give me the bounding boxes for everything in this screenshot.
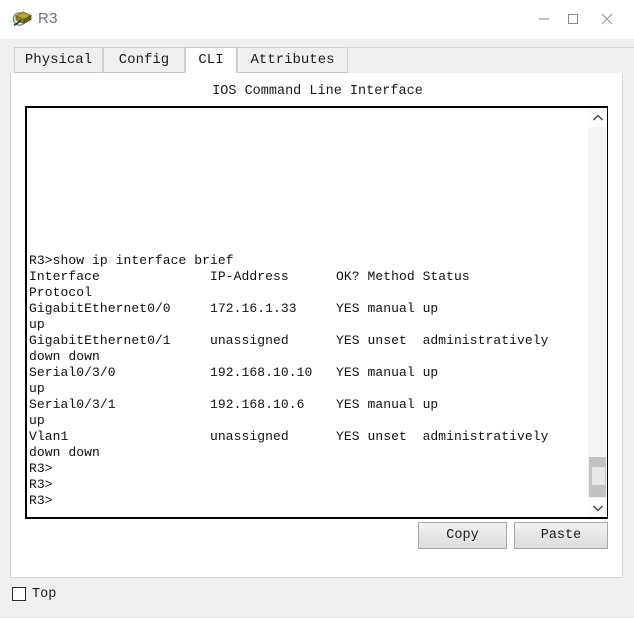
chevron-down-icon[interactable] [588,498,607,517]
title-bar: R3 [0,0,634,40]
tab-cli[interactable]: CLI [185,47,237,73]
tab-strip: Physical Config CLI Attributes [0,39,634,74]
window-title: R3 [38,10,58,27]
device-config-window: R3 Physical Config CLI Attributes IOS Co… [0,0,634,618]
tab-attributes[interactable]: Attributes [237,47,348,73]
terminal-output-text: R3>show ip interface brief Interface IP-… [29,253,549,508]
cli-panel: IOS Command Line Interface R3>show ip in… [10,73,623,578]
tab-physical[interactable]: Physical [14,47,103,73]
top-checkbox-label: Top [32,587,57,602]
top-checkbox[interactable] [12,587,26,601]
terminal-output-area[interactable]: R3>show ip interface brief Interface IP-… [27,108,586,517]
chevron-up-icon[interactable] [588,108,607,127]
tab-config[interactable]: Config [103,47,185,73]
scrollbar-track[interactable] [588,127,607,498]
terminal-frame: R3>show ip interface brief Interface IP-… [25,106,608,519]
copy-button[interactable]: Copy [418,522,507,549]
tab-strip-filler [348,47,634,74]
paste-button[interactable]: Paste [514,522,608,549]
scrollbar-thumb[interactable] [589,457,606,497]
router-device-icon [10,7,34,31]
close-icon[interactable] [579,0,634,38]
scrollbar-thumb-highlight [592,467,605,485]
terminal-vertical-scrollbar[interactable] [587,108,607,517]
cli-heading: IOS Command Line Interface [212,84,423,99]
